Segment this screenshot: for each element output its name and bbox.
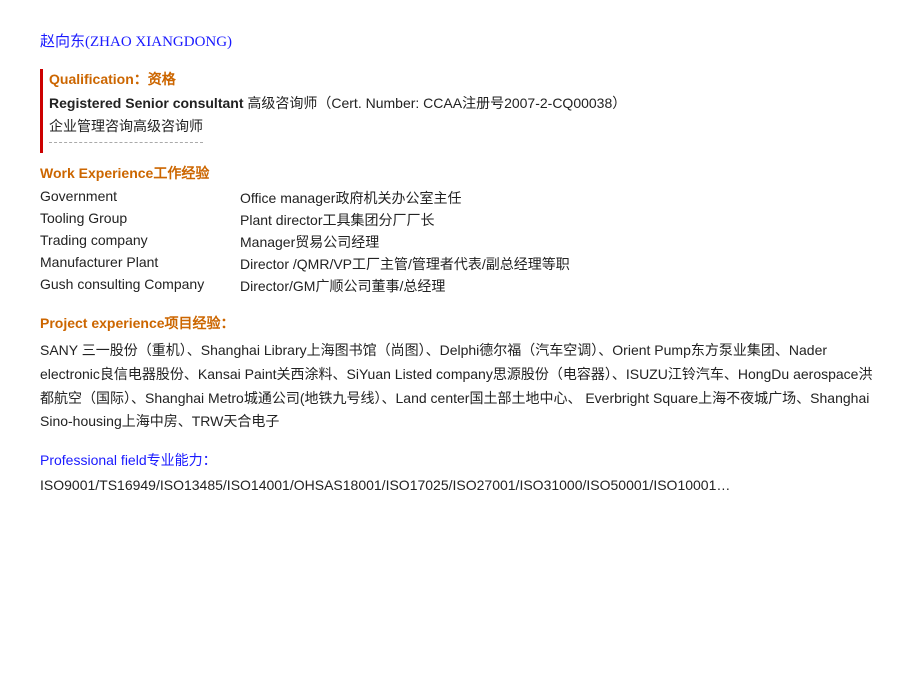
work-exp-company: Government [40, 187, 240, 209]
enterprise-cn-text: 企业管理咨询高级咨询师 [49, 116, 203, 143]
work-exp-label-en: Work Experience [40, 165, 153, 181]
project-experience-section: Project experience项目经验： SANY 三一股份（重机）、Sh… [40, 313, 880, 434]
qualification-label-en: Qualification [49, 71, 134, 87]
work-experience-section: Work Experience工作经验 GovernmentOffice man… [40, 163, 880, 297]
work-exp-company: Trading company [40, 231, 240, 253]
professional-field-header: Professional field专业能力： [40, 450, 880, 470]
project-experience-header: Project experience项目经验： [40, 313, 880, 333]
professional-body: ISO9001/TS16949/ISO13485/ISO14001/OHSAS1… [40, 474, 880, 496]
project-label-en: Project experience [40, 315, 165, 331]
table-row: Manufacturer PlantDirector /QMR/VP工厂主管/管… [40, 253, 880, 275]
table-row: Gush consulting CompanyDirector/GM广顺公司董事… [40, 275, 880, 297]
work-exp-role: Manager贸易公司经理 [240, 231, 880, 253]
qualification-section: Qualification：资格 Registered Senior consu… [40, 69, 880, 153]
table-row: Trading companyManager贸易公司经理 [40, 231, 880, 253]
project-colon: ： [221, 315, 235, 331]
work-exp-table: GovernmentOffice manager政府机关办公室主任Tooling… [40, 187, 880, 297]
work-exp-role: Plant director工具集团分厂厂长 [240, 209, 880, 231]
registered-en: Registered Senior consultant [49, 95, 243, 111]
page-title: 赵向东(ZHAO XIANGDONG) [40, 30, 880, 51]
professional-field-section: Professional field专业能力： ISO9001/TS16949/… [40, 450, 880, 496]
qualification-label-cn: 资格 [148, 73, 176, 88]
work-exp-label-cn: 工作经验 [153, 167, 209, 182]
work-exp-company: Gush consulting Company [40, 275, 240, 297]
prof-label-en: Professional field [40, 452, 147, 468]
work-exp-role: Office manager政府机关办公室主任 [240, 187, 880, 209]
registered-line: Registered Senior consultant 高级咨询师（Cert.… [49, 93, 880, 113]
table-row: GovernmentOffice manager政府机关办公室主任 [40, 187, 880, 209]
work-experience-header: Work Experience工作经验 [40, 163, 880, 183]
enterprise-cn: 企业管理咨询高级咨询师 [49, 116, 880, 153]
work-exp-role: Director /QMR/VP工厂主管/管理者代表/副总经理等职 [240, 253, 880, 275]
prof-label-cn: 专业能力 [147, 454, 203, 469]
work-exp-role: Director/GM广顺公司董事/总经理 [240, 275, 880, 297]
qualification-colon: ： [134, 73, 148, 88]
qualification-header: Qualification：资格 [49, 69, 880, 89]
project-body: SANY 三一股份（重机）、Shanghai Library上海图书馆（尚图）、… [40, 339, 880, 434]
registered-cn-text: 高级咨询师（Cert. Number: CCAA注册号2007-2-CQ0003… [247, 95, 626, 111]
work-exp-company: Manufacturer Plant [40, 253, 240, 275]
table-row: Tooling GroupPlant director工具集团分厂厂长 [40, 209, 880, 231]
project-label-cn: 项目经验 [165, 317, 221, 332]
prof-colon: ： [203, 454, 217, 469]
work-exp-company: Tooling Group [40, 209, 240, 231]
